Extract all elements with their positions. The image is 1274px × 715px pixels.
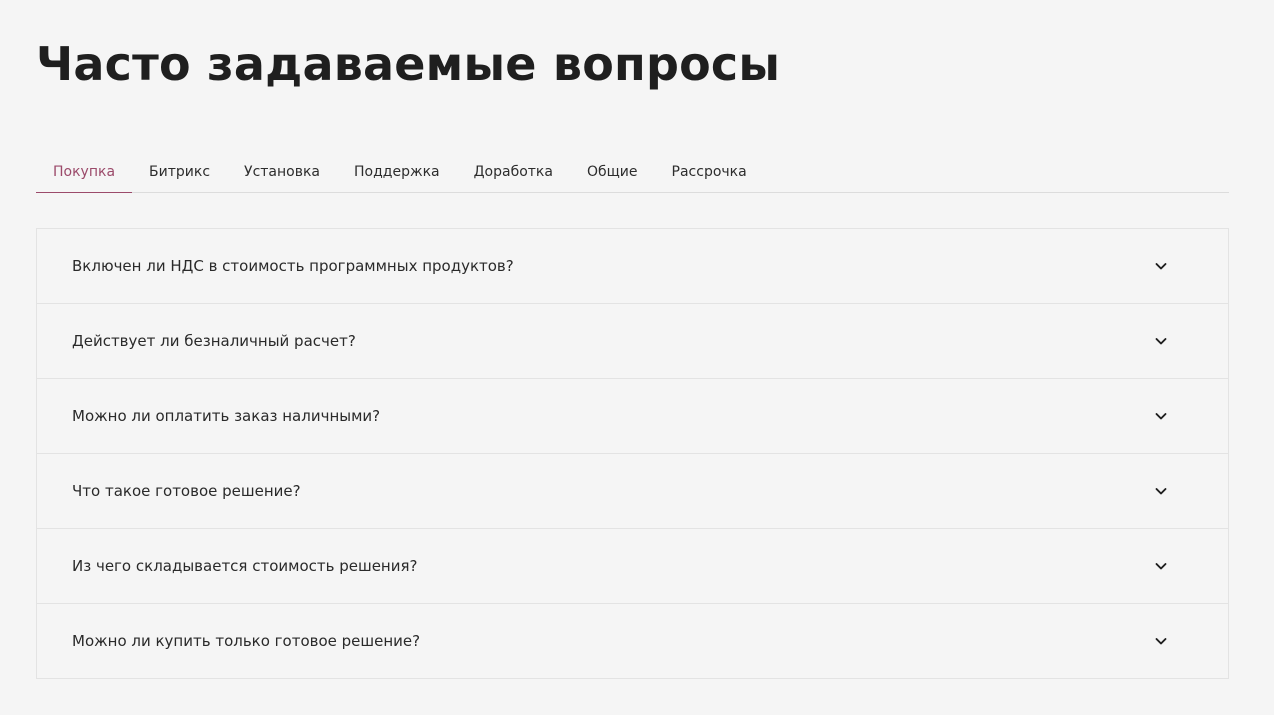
tab-label: Доработка bbox=[473, 164, 553, 180]
tab-label: Рассрочка bbox=[671, 164, 747, 180]
chevron-down-icon[interactable] bbox=[1154, 334, 1168, 348]
tab-rassrochka[interactable]: Рассрочка bbox=[655, 152, 764, 192]
faq-item[interactable]: Что такое готовое решение? bbox=[37, 454, 1228, 529]
tab-podderzhka[interactable]: Поддержка bbox=[337, 152, 457, 192]
faq-tabs: Покупка Битрикс Установка Поддержка Дора… bbox=[36, 152, 1229, 193]
faq-item[interactable]: Можно ли оплатить заказ наличными? bbox=[37, 379, 1228, 454]
tab-bitrix[interactable]: Битрикс bbox=[132, 152, 227, 192]
chevron-down-icon[interactable] bbox=[1154, 634, 1168, 648]
faq-question: Что такое готовое решение? bbox=[72, 482, 301, 500]
tab-dorabotka[interactable]: Доработка bbox=[457, 152, 570, 192]
faq-question: Можно ли оплатить заказ наличными? bbox=[72, 407, 381, 425]
tab-label: Битрикс bbox=[149, 164, 211, 180]
tab-label: Общие bbox=[586, 164, 638, 180]
faq-item[interactable]: Можно ли купить только готовое решение? bbox=[37, 604, 1228, 678]
chevron-down-icon[interactable] bbox=[1154, 559, 1168, 573]
tab-label: Покупка bbox=[53, 164, 116, 180]
faq-item[interactable]: Действует ли безналичный расчет? bbox=[37, 304, 1228, 379]
faq-question: Можно ли купить только готовое решение? bbox=[72, 632, 421, 650]
faq-item[interactable]: Включен ли НДС в стоимость программных п… bbox=[37, 229, 1228, 304]
chevron-down-icon[interactable] bbox=[1154, 484, 1168, 498]
tab-obshchie[interactable]: Общие bbox=[570, 152, 655, 192]
faq-question: Включен ли НДС в стоимость программных п… bbox=[72, 257, 514, 275]
faq-page: Часто задаваемые вопросы Покупка Битрикс… bbox=[0, 0, 1274, 715]
faq-question: Действует ли безналичный расчет? bbox=[72, 332, 356, 350]
page-title: Часто задаваемые вопросы bbox=[36, 37, 781, 91]
tab-ustanovka[interactable]: Установка bbox=[227, 152, 337, 192]
faq-list: Включен ли НДС в стоимость программных п… bbox=[36, 228, 1229, 679]
faq-item[interactable]: Из чего складывается стоимость решения? bbox=[37, 529, 1228, 604]
tab-label: Установка bbox=[244, 164, 320, 180]
chevron-down-icon[interactable] bbox=[1154, 409, 1168, 423]
faq-question: Из чего складывается стоимость решения? bbox=[72, 557, 418, 575]
tab-pokupka[interactable]: Покупка bbox=[36, 152, 133, 193]
chevron-down-icon[interactable] bbox=[1154, 259, 1168, 273]
tab-label: Поддержка bbox=[354, 164, 440, 180]
